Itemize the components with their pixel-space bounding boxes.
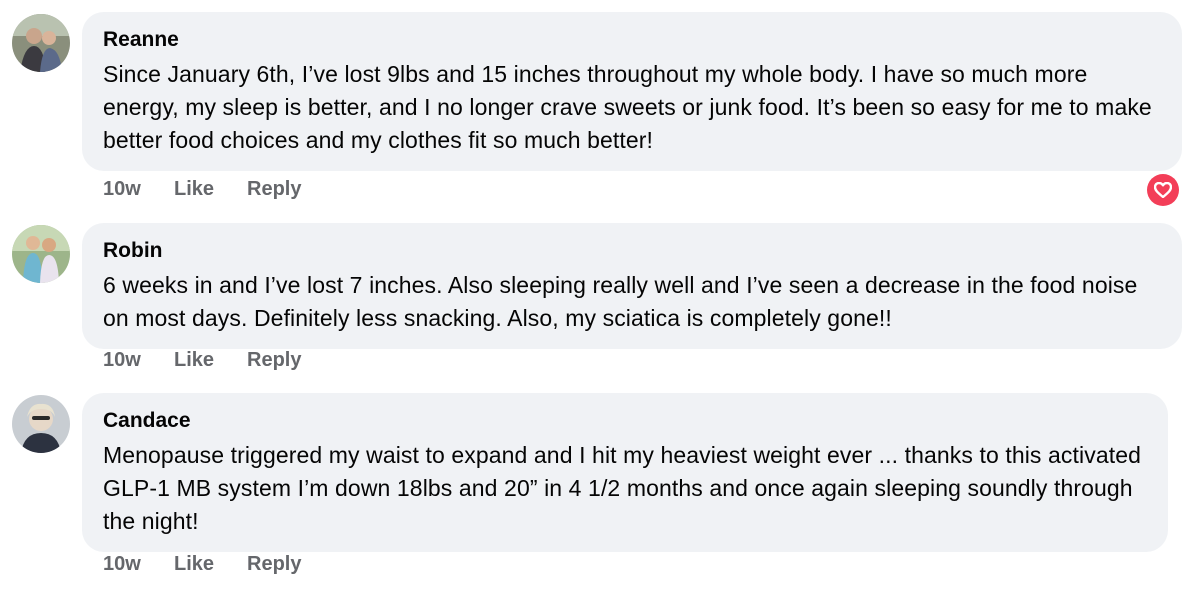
comment-timestamp[interactable]: 10w (103, 178, 174, 201)
comment-author[interactable]: Reanne (103, 27, 1160, 53)
comment-actions: 10w Like Reply (103, 349, 301, 372)
comment-actions: 10w Like Reply (103, 178, 301, 201)
avatar[interactable] (12, 225, 70, 283)
comment-text: Menopause triggered my waist to expand a… (103, 442, 1141, 534)
avatar[interactable] (12, 14, 70, 72)
comment-bubble: Robin 6 weeks in and I’ve lost 7 inches.… (82, 223, 1182, 349)
reply-button[interactable]: Reply (247, 553, 301, 576)
comment-bubble: Reanne Since January 6th, I’ve lost 9lbs… (82, 12, 1182, 171)
like-button[interactable]: Like (174, 553, 247, 576)
comment-actions: 10w Like Reply (103, 553, 301, 576)
comment-author[interactable]: Robin (103, 238, 1160, 264)
reply-button[interactable]: Reply (247, 178, 301, 201)
heart-reaction-icon[interactable] (1145, 172, 1181, 208)
comment-timestamp[interactable]: 10w (103, 553, 174, 576)
reply-button[interactable]: Reply (247, 349, 301, 372)
comment-author[interactable]: Candace (103, 408, 1146, 434)
comment-timestamp[interactable]: 10w (103, 349, 174, 372)
like-button[interactable]: Like (174, 178, 247, 201)
avatar[interactable] (12, 395, 70, 453)
comment-text: Since January 6th, I’ve lost 9lbs and 15… (103, 61, 1152, 153)
comment-text: 6 weeks in and I’ve lost 7 inches. Also … (103, 272, 1138, 331)
like-button[interactable]: Like (174, 349, 247, 372)
comment-bubble: Candace Menopause triggered my waist to … (82, 393, 1168, 552)
